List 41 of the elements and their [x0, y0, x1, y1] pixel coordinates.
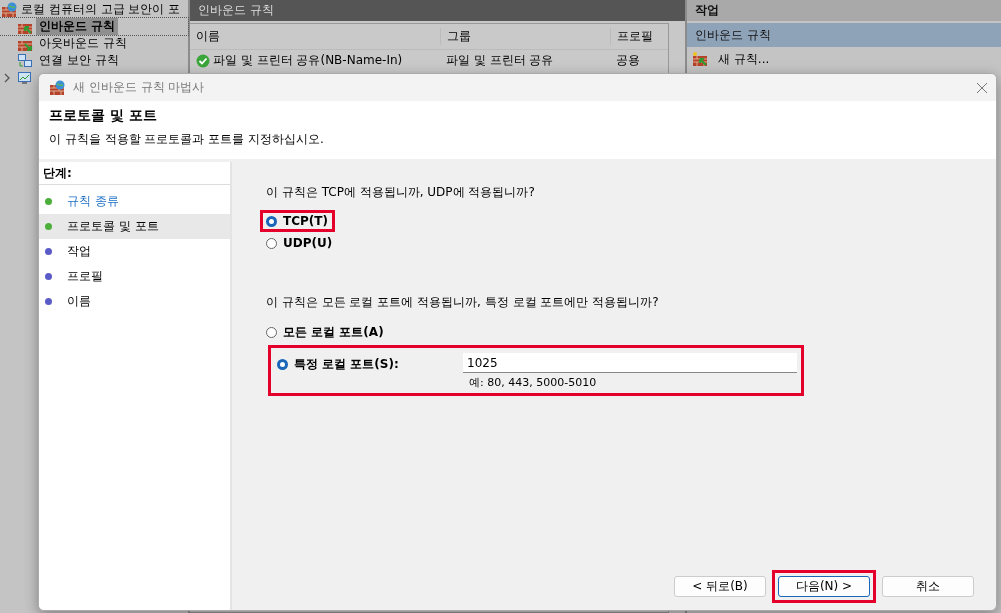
step-item[interactable]: 프로필 — [39, 264, 230, 289]
wizard-button[interactable]: 다음(N) > — [778, 576, 870, 597]
brick-wall-arrow-icon — [692, 51, 708, 67]
computers-icon — [17, 52, 33, 69]
question-text: 이 규칙은 TCP에 적용됩니까, UDP에 적용됩니까? — [266, 184, 535, 201]
pane-title: 작업 — [687, 0, 1001, 21]
tree-item[interactable]: 연결 보안 규칙 — [36, 52, 122, 69]
step-item[interactable]: 규칙 종류 — [39, 189, 230, 214]
close-icon — [976, 81, 988, 94]
port-input-field[interactable]: 1025 — [463, 353, 797, 373]
wizard-button[interactable]: < 뒤로(B) — [674, 576, 766, 597]
chevron-icon — [3, 73, 11, 83]
table-cell-text: 공용 — [615, 52, 641, 69]
table-cell: 파일 및 프린터 공유(NB-Name-In) — [213, 52, 403, 69]
column-header[interactable]: 프로필 — [610, 28, 668, 45]
column-header[interactable]: 이름 — [190, 28, 440, 45]
column-header[interactable]: 그룹 — [440, 28, 610, 45]
firewall-globe-icon — [49, 79, 65, 96]
steps-title: 단계: — [39, 162, 230, 185]
tree-item[interactable]: 인바운드 규칙 — [36, 18, 119, 35]
radio-button[interactable]: TCP(T) — [266, 214, 328, 228]
tree-item[interactable]: 아웃바운드 규칙 — [36, 35, 130, 52]
table-cell-text: 파일 및 프린터 공유 — [445, 52, 555, 69]
step-item[interactable]: 프로토콜 및 포트 — [39, 214, 230, 239]
radio-button[interactable]: 특정 로컬 포트(S): — [277, 356, 463, 373]
radio-button[interactable]: UDP(U) — [266, 236, 333, 250]
step-item[interactable]: 작업 — [39, 239, 230, 264]
pane-title: 인바운드 규칙 — [190, 0, 685, 21]
question-text: 이 규칙은 모든 로컬 포트에 적용됩니까, 특정 로컬 포트에만 적용됩니까? — [266, 294, 659, 311]
window-title: 새 인바운드 규칙 마법사 — [73, 79, 206, 96]
hint-text: 예: 80, 443, 5000-5010 — [468, 375, 598, 390]
action-section-header: 인바운드 규칙 — [687, 23, 1001, 47]
wizard-button[interactable]: 취소 — [882, 576, 974, 597]
radio-button[interactable]: 모든 로컬 포트(A) — [266, 324, 384, 341]
page-subtitle: 이 규칙을 적용할 프로토콜과 포트를 지정하십시오. — [49, 131, 325, 148]
monitor-icon — [17, 69, 33, 86]
page-heading: 프로토콜 및 포트 — [49, 107, 158, 125]
action-item[interactable]: 새 규칙... — [687, 47, 1001, 68]
step-item[interactable]: 이름 — [39, 289, 230, 314]
firewall-globe-icon — [1, 1, 17, 18]
tree-root-label[interactable]: 로컬 컴퓨터의 고급 보안이 포 — [21, 1, 181, 18]
